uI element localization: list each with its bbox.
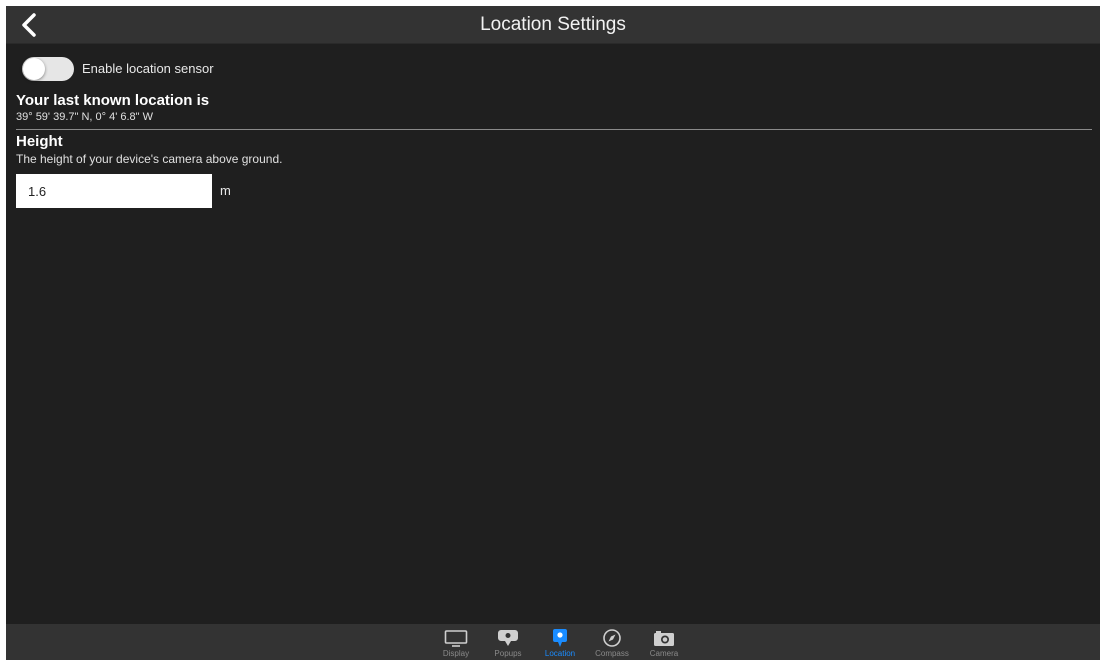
last-location-title: Your last known location is [16, 92, 210, 109]
popups-icon [498, 630, 518, 646]
app-window: Location Settings Enable location sensor… [6, 6, 1100, 660]
tab-location[interactable]: Location [534, 624, 586, 660]
camera-icon [654, 631, 674, 646]
tab-label: Camera [649, 649, 679, 658]
height-title: Height [16, 133, 63, 150]
height-description: The height of your device's camera above… [16, 152, 283, 166]
settings-content: Enable location sensor Your last known l… [16, 56, 1092, 208]
section-divider [16, 129, 1092, 130]
compass-icon [603, 629, 621, 647]
page-title: Location Settings [480, 14, 626, 35]
location-sensor-toggle[interactable] [22, 57, 74, 81]
height-unit-label: m [220, 183, 231, 198]
location-pin-icon [553, 629, 567, 647]
tab-display[interactable]: Display [430, 624, 482, 660]
monitor-icon [444, 630, 468, 647]
tab-popups[interactable]: Popups [482, 624, 534, 660]
tab-label: Popups [494, 649, 522, 658]
last-location-coordinates: 39° 59' 39.7" N, 0° 4' 6.8" W [16, 111, 153, 123]
location-sensor-label: Enable location sensor [82, 61, 214, 76]
tab-label: Display [442, 649, 470, 658]
tab-camera[interactable]: Camera [638, 624, 690, 660]
location-sensor-row: Enable location sensor [16, 56, 1090, 82]
tab-label: Compass [595, 649, 629, 658]
height-input[interactable] [16, 174, 212, 208]
tab-compass[interactable]: Compass [586, 624, 638, 660]
toggle-knob [23, 58, 45, 80]
bottom-tab-bar: Display Popups Location Compass Camera [6, 624, 1100, 660]
tab-label: Location [544, 649, 576, 658]
height-input-row: m [16, 174, 1090, 208]
header-bar: Location Settings [6, 6, 1100, 44]
